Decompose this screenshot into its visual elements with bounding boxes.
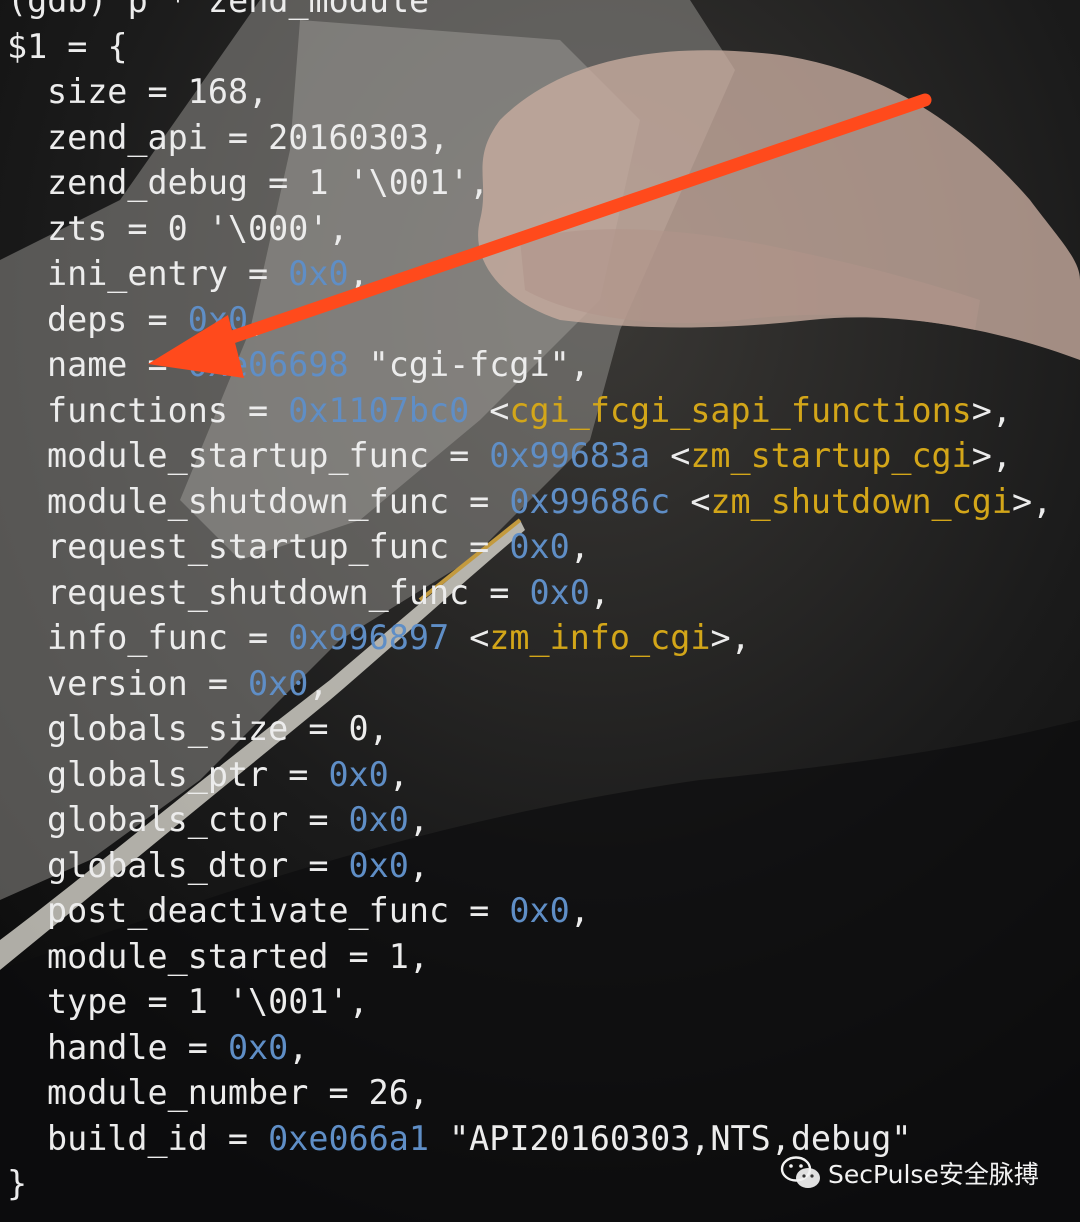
field-row: globals_ptr = 0x0, (47, 754, 409, 794)
field-address: 0xe06698 (187, 345, 349, 384)
field-row: globals_size = 0, (47, 709, 389, 748)
field-symbol: zm_startup_cgi (690, 436, 972, 475)
field-row: post_deactivate_func = 0x0, (47, 891, 590, 930)
field-name: module_shutdown_func (47, 481, 450, 521)
field-name: zend_debug (47, 163, 249, 202)
field-name: ini_entry (47, 254, 228, 293)
field-row: globals_dtor = 0x0, (47, 845, 429, 885)
field-name: globals_ctor (47, 800, 289, 839)
gdb-command: (gdb) p * zend_module (7, 0, 430, 20)
field-name: globals_dtor (47, 845, 289, 885)
field-address: 0x0 (288, 254, 349, 293)
field-row: info_func = 0x996897 <zm_info_cgi>, (47, 618, 751, 657)
field-name: globals_ptr (47, 754, 269, 794)
field-name: deps (47, 299, 128, 339)
field-value: 1 '\001' (308, 163, 470, 202)
field-row: version = 0x0, (47, 663, 329, 703)
field-address: 0xe066a1 (268, 1118, 429, 1158)
field-symbol: zm_shutdown_cgi (710, 481, 1012, 521)
field-name: request_startup_func (47, 527, 450, 566)
field-address: 0x1107bc0 (288, 390, 470, 430)
field-name: type (47, 982, 128, 1021)
gdb-output: (gdb) p * zend_module $1 = { size = 168, ze… (7, 0, 1052, 1207)
result-open: $1 = { (7, 26, 128, 66)
field-row: module_startup_func = 0x99683a <zm_start… (47, 436, 1012, 475)
field-row: module_started = 1, (47, 936, 429, 976)
field-value: 0 '\000' (167, 208, 329, 248)
field-name: name (47, 345, 128, 384)
field-name: globals_size (47, 709, 289, 748)
field-row: module_shutdown_func = 0x99686c <zm_shut… (47, 481, 1053, 521)
field-name: info_func (47, 618, 228, 657)
field-row: zend_debug = 1 '\001', (47, 163, 490, 202)
field-value: "API20160303,NTS,debug" (449, 1118, 912, 1158)
field-symbol: zm_info_cgi (489, 618, 711, 657)
field-address: 0x996897 (288, 618, 450, 657)
field-row: size = 168, (47, 72, 269, 111)
field-name: module_startup_func (47, 436, 429, 475)
field-value: 0 (348, 709, 369, 748)
field-address: 0x0 (187, 299, 249, 339)
field-name: version (47, 663, 188, 703)
field-row: deps = 0x0, (47, 299, 269, 339)
field-row: ini_entry = 0x0, (47, 254, 369, 293)
field-name: handle (47, 1027, 168, 1067)
field-row: request_shutdown_func = 0x0, (47, 572, 610, 612)
field-address: 0x0 (509, 527, 570, 566)
field-value: 1 '\001' (187, 982, 349, 1021)
field-row: handle = 0x0, (47, 1027, 309, 1067)
field-value: 1 (388, 936, 409, 976)
field-name: zts (47, 208, 108, 248)
field-name: module_number (47, 1073, 309, 1112)
gdb-command-line: (gdb) p * zend_module (7, 0, 1052, 24)
watermark: SecPulse安全脉搏 (780, 1155, 1039, 1191)
field-name: size (47, 72, 128, 111)
field-row: globals_ctor = 0x0, (47, 800, 429, 839)
field-address: 0x0 (348, 845, 409, 885)
field-name: module_started (47, 936, 329, 976)
field-row: request_startup_func = 0x0, (47, 527, 590, 566)
field-name: zend_api (47, 117, 208, 157)
result-open-line: $1 = { (7, 24, 1052, 70)
field-address: 0x0 (509, 891, 570, 930)
field-address: 0x0 (348, 800, 409, 839)
closing-brace: } (7, 1164, 28, 1203)
wechat-icon (780, 1156, 820, 1188)
field-value: 168 (187, 72, 249, 111)
field-address: 0x99683a (489, 436, 651, 475)
field-value: "cgi-fcgi" (368, 345, 570, 384)
field-row: zend_api = 20160303, (47, 117, 450, 157)
field-row: functions = 0x1107bc0 <cgi_fcgi_sapi_fun… (47, 390, 1012, 430)
field-name: post_deactivate_func (47, 891, 450, 930)
field-address: 0x0 (227, 1027, 289, 1067)
field-value: 26 (368, 1073, 409, 1112)
field-value: 20160303 (268, 117, 429, 157)
field-address: 0x0 (328, 754, 389, 794)
field-address: 0x99686c (509, 481, 671, 521)
field-row: name = 0xe06698 "cgi-fcgi", (47, 345, 590, 384)
field-row: module_number = 26, (47, 1073, 429, 1112)
field-row: type = 1 '\001', (47, 982, 369, 1021)
field-address: 0x0 (248, 663, 309, 703)
field-address: 0x0 (529, 572, 590, 612)
field-name: build_id (47, 1118, 208, 1158)
field-symbol: cgi_fcgi_sapi_functions (509, 390, 972, 430)
watermark-text: SecPulse安全脉搏 (828, 1160, 1039, 1189)
field-row: zts = 0 '\000', (47, 208, 349, 248)
field-name: request_shutdown_func (47, 572, 470, 612)
field-name: functions (47, 390, 228, 430)
